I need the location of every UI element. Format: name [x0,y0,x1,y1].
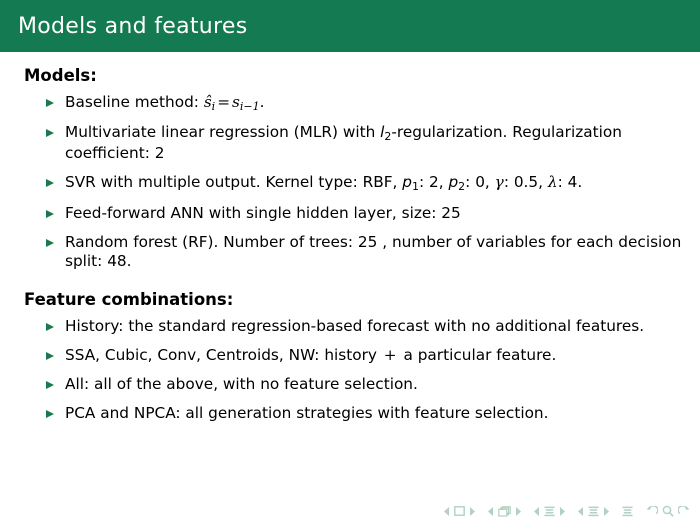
page-title: Models and features [18,13,248,39]
triangle-bullet-icon [46,322,54,331]
triangle-bullet-icon [46,209,54,218]
list-item: SVR with multiple output. Kernel type: R… [46,173,684,194]
slide-title-bar: Models and features [0,0,700,52]
bullet-list-models: Baseline method: ŝi = si−1. Multivariate … [24,93,684,273]
triangle-bullet-icon [46,238,54,247]
triangle-bullet-icon [46,351,54,360]
bullet-list-feature-combinations: History: the standard regression-based f… [24,317,684,424]
slide-next-arrow-icon[interactable] [469,506,475,516]
back-circle-arrow-icon[interactable] [646,505,658,517]
list-item-text: History: the standard regression-based f… [65,316,645,335]
list-item-text: Multivariate linear regression (MLR) wit… [65,123,622,163]
list-item-text: PCA and NPCA: all generation strategies … [65,403,549,422]
presentation-icon[interactable] [622,506,633,517]
slide-body: Models: Baseline method: ŝi = si−1. Multi… [0,52,700,525]
section-next-arrow-icon[interactable] [603,506,609,516]
block-heading-feature-combinations: Feature combinations: [24,290,234,310]
triangle-bullet-icon [46,98,54,107]
nav-group-subsection[interactable] [532,506,567,517]
nav-group-appendix[interactable] [644,505,692,517]
list-item: PCA and NPCA: all generation strategies … [46,404,684,424]
beamer-navigation-bar[interactable] [442,503,692,519]
search-icon[interactable] [662,505,674,517]
slide-icon[interactable] [454,506,465,516]
list-item: Baseline method: ŝi = si−1. [46,93,684,114]
forward-circle-arrow-icon[interactable] [678,505,690,517]
triangle-bullet-icon [46,409,54,418]
list-item: Multivariate linear regression (MLR) wit… [46,123,684,164]
list-item-text: Baseline method: ŝi = si−1. [65,92,265,113]
subsection-prev-arrow-icon[interactable] [534,506,540,516]
list-item: All: all of the above, with no feature s… [46,375,684,395]
frame-icon[interactable] [498,505,511,517]
nav-group-section[interactable] [576,506,611,517]
list-item: History: the standard regression-based f… [46,317,684,337]
nav-group-slide[interactable] [442,506,477,516]
list-item-text: Random forest (RF). Number of trees: 25 … [65,232,682,271]
section-prev-arrow-icon[interactable] [578,506,584,516]
list-item: Random forest (RF). Number of trees: 25 … [46,233,684,273]
section-icon[interactable] [588,506,599,517]
subsection-icon[interactable] [544,506,555,517]
triangle-bullet-icon [46,179,54,188]
list-item-text: Feed-forward ANN with single hidden laye… [65,203,461,222]
nav-group-presentation[interactable] [620,506,635,517]
triangle-bullet-icon [46,129,54,138]
list-item: Feed-forward ANN with single hidden laye… [46,204,684,224]
slide-prev-arrow-icon[interactable] [444,506,450,516]
list-item-text: All: all of the above, with no feature s… [65,374,418,393]
nav-group-frame[interactable] [486,505,523,517]
frame-prev-arrow-icon[interactable] [488,506,494,516]
frame-next-arrow-icon[interactable] [515,506,521,516]
block-heading-models: Models: [24,66,97,85]
triangle-bullet-icon [46,380,54,389]
list-item: SSA, Cubic, Conv, Centroids, NW: history… [46,346,684,366]
list-item-text: SVR with multiple output. Kernel type: R… [65,173,583,194]
subsection-next-arrow-icon[interactable] [559,506,565,516]
list-item-text: SSA, Cubic, Conv, Centroids, NW: history… [65,345,557,364]
